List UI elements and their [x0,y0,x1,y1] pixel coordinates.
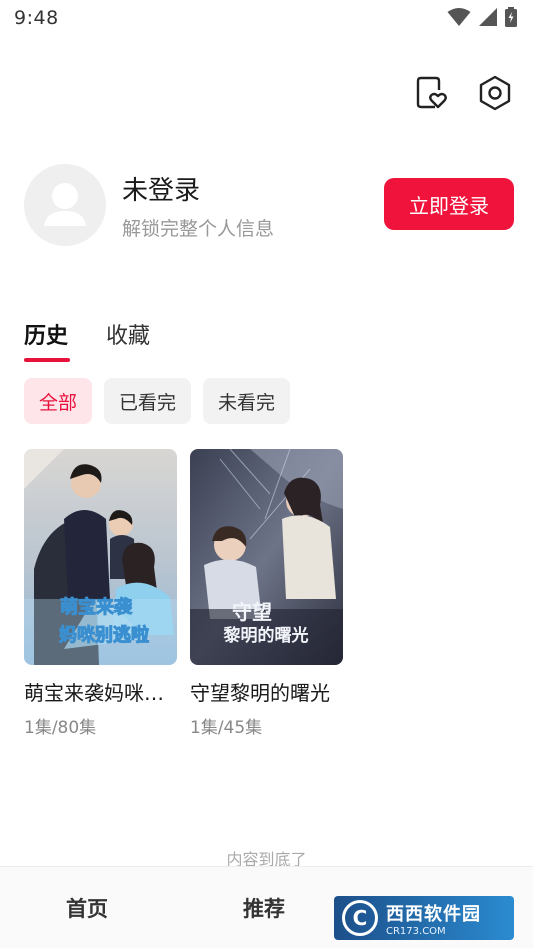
watermark-logo-icon: C [342,900,378,936]
filter-unfinished[interactable]: 未看完 [203,378,291,424]
filter-all[interactable]: 全部 [24,378,93,424]
drama-card[interactable]: 萌宝来袭 妈咪别逃啦 萌宝来袭妈咪别逃啦 1集/80集 [24,449,177,738]
status-bar: 9:48 [0,0,533,36]
poster-title-line2: 黎明的曙光 [224,625,309,645]
drama-progress: 1集/45集 [190,718,263,738]
watermark: C 西西软件园 CR173.COM [334,896,514,940]
status-time: 9:48 [14,7,59,29]
drama-poster[interactable]: 萌宝来袭 妈咪别逃啦 [24,449,177,665]
nav-recommend[interactable]: 推荐 [243,893,285,923]
history-list: 萌宝来袭 妈咪别逃啦 萌宝来袭妈咪别逃啦 1集/80集 [24,449,343,738]
login-button[interactable]: 立即登录 [384,178,514,230]
user-icon [44,183,86,226]
drama-title[interactable]: 守望黎明的曙光 [190,677,343,706]
filter-finished[interactable]: 已看完 [104,378,192,424]
battery-icon [505,7,517,31]
nav-home[interactable]: 首页 [66,893,108,923]
login-status: 未登录 [122,176,201,206]
filter-chips: 全部 已看完 未看完 [24,378,291,424]
poster-title-line1: 萌宝来袭 [60,596,133,617]
drama-poster[interactable]: 守望 黎明的曙光 [190,449,343,665]
drama-card[interactable]: 守望 黎明的曙光 守望黎明的曙光 1集/45集 [190,449,343,738]
profile-subtitle: 解锁完整个人信息 [122,218,275,240]
top-actions [413,74,513,112]
avatar[interactable] [24,164,106,246]
status-icons [447,7,517,31]
watermark-url: CR173.COM [386,925,446,937]
tab-history[interactable]: 历史 [24,318,71,362]
cellular-signal-icon [478,7,498,31]
drama-progress: 1集/80集 [24,718,97,738]
watermark-text: 西西软件园 [386,903,481,925]
tab-favorites[interactable]: 收藏 [106,318,150,356]
poster-title-line1: 守望 [232,600,272,624]
wifi-icon [447,7,471,31]
content-tabs: 历史 收藏 [24,318,150,362]
profile-section: 未登录 解锁完整个人信息 立即登录 [24,162,514,248]
poster-title-line2: 妈咪别逃啦 [59,624,149,645]
settings-icon[interactable] [477,74,513,112]
favorites-icon[interactable] [413,74,449,112]
drama-title[interactable]: 萌宝来袭妈咪别逃啦 [24,677,177,706]
